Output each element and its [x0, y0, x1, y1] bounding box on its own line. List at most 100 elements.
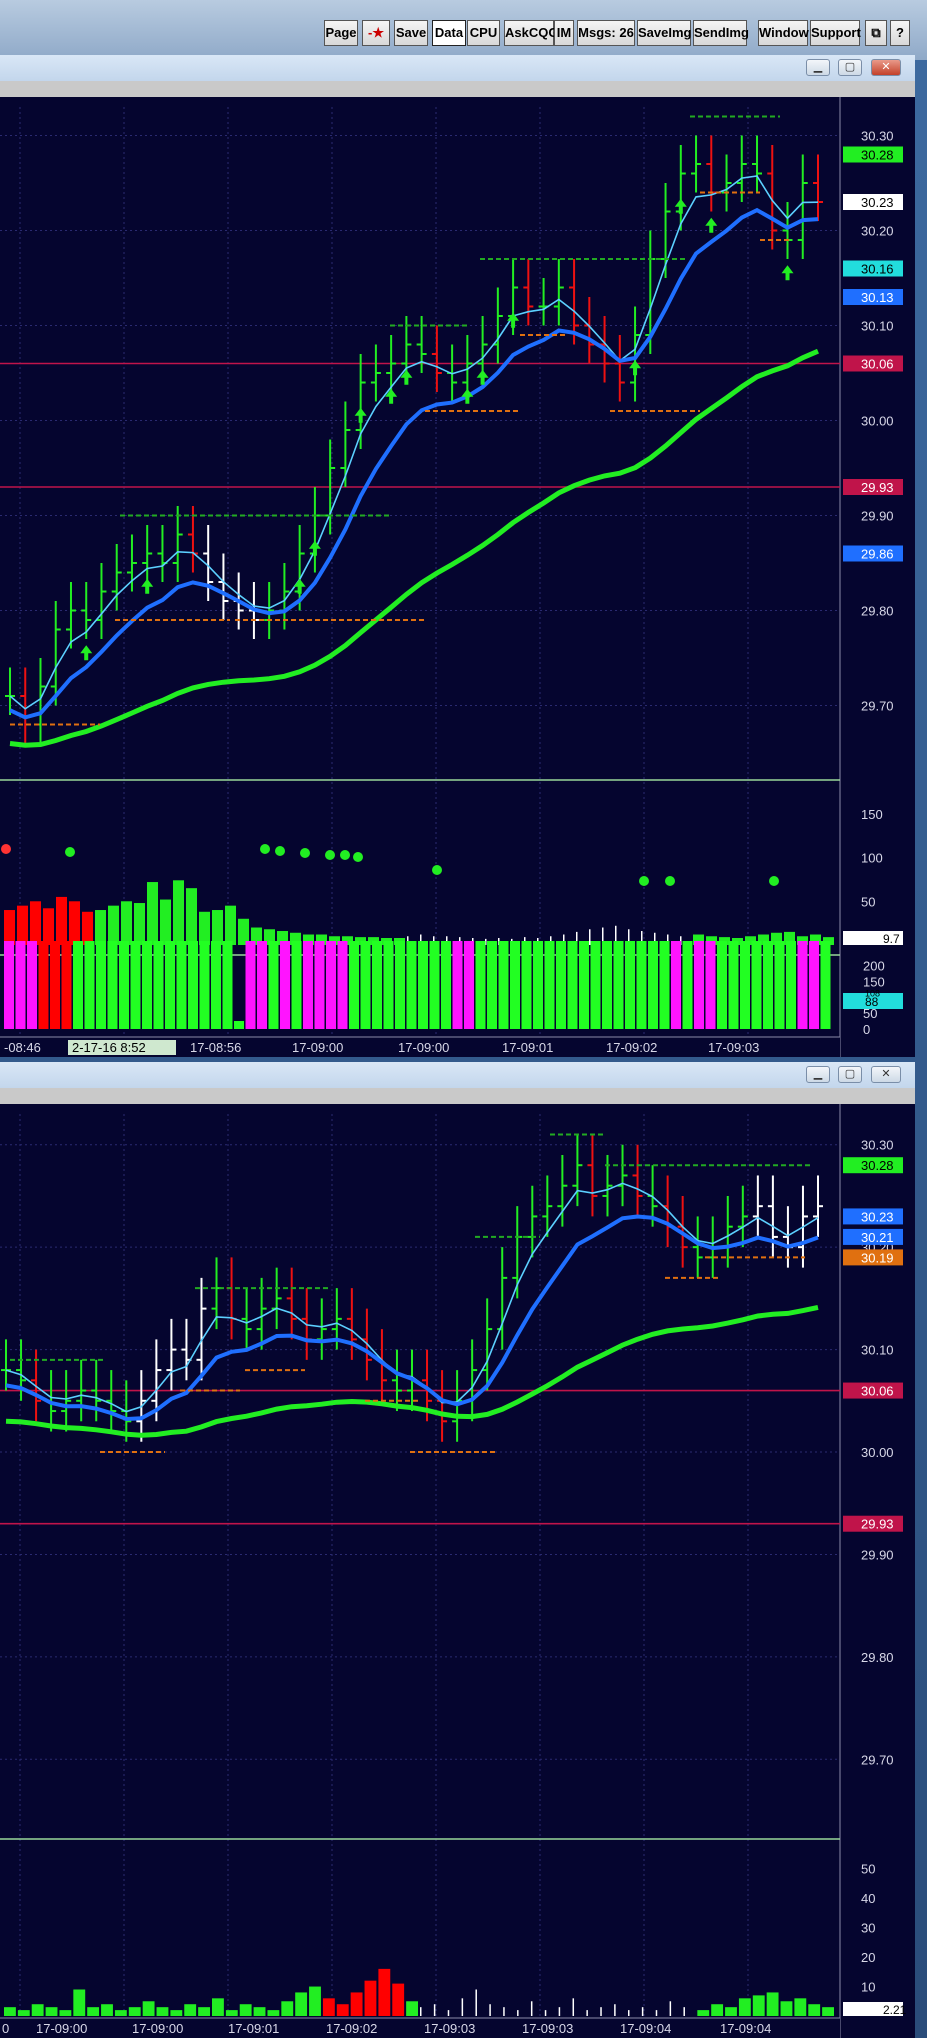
- cpu-button[interactable]: CPU: [467, 20, 500, 46]
- time-axis-label: 17-09:03: [522, 2021, 573, 2036]
- volume-bar: [586, 2010, 588, 2016]
- oscillator-bar: [475, 941, 486, 1029]
- volume-bar: [170, 2010, 183, 2016]
- save-image-button[interactable]: SaveImg: [637, 20, 691, 46]
- volume-tick-label: 40: [861, 1891, 875, 1906]
- time-axis-label: 17-08:56: [190, 1040, 241, 1055]
- time-axis-label: 17-09:01: [502, 1040, 553, 1055]
- volume-bar: [336, 2004, 349, 2016]
- volume-bar: [142, 2001, 155, 2016]
- volume-badge-label: 9.7: [883, 932, 900, 946]
- signal-dot: [432, 865, 442, 875]
- volume-bar: [309, 1986, 321, 2016]
- volume-bar: [364, 1980, 377, 2016]
- oscillator-bar: [153, 941, 164, 1029]
- oscillator-bar: [809, 941, 819, 1029]
- chart-window-lower: ▁ ▢ ✕ 30.30 30.20 30.10 30.00 29.90 29.80 29.7…: [0, 1062, 915, 2038]
- volume-bar: [225, 2010, 238, 2016]
- oscillator-bar: [694, 941, 704, 1029]
- messages-button[interactable]: Msgs: 26: [577, 20, 635, 46]
- volume-bar: [114, 2010, 127, 2016]
- save-button[interactable]: Save: [394, 20, 428, 46]
- data-button[interactable]: Data: [432, 20, 466, 46]
- page-button[interactable]: Page: [324, 20, 358, 46]
- im-button[interactable]: IM: [554, 20, 574, 46]
- signal-dot: [639, 876, 649, 886]
- send-image-button[interactable]: SendImg: [693, 20, 749, 46]
- volume-bar: [267, 2010, 280, 2016]
- volume-bar: [461, 1998, 464, 2016]
- time-axis-label: 17-09:01: [228, 2021, 279, 2036]
- oscillator-bar: [130, 941, 141, 1029]
- maximize-icon[interactable]: ▢: [838, 1066, 862, 1083]
- signal-dot: [1, 844, 11, 854]
- oscillator-bar: [487, 941, 497, 1029]
- oscillator-bar: [245, 941, 256, 1029]
- chart-plot-area: [0, 1104, 840, 2038]
- volume-bar: [766, 1992, 779, 2016]
- time-axis-label: 17-09:00: [398, 1040, 449, 1055]
- oscillator-bar: [751, 941, 762, 1029]
- close-icon[interactable]: ✕: [871, 1066, 901, 1083]
- oscillator-bar: [441, 941, 451, 1029]
- price-tick-label: 29.70: [861, 1752, 894, 1767]
- price-tick-label: 29.90: [861, 1547, 894, 1562]
- oscillator-bar: [544, 941, 555, 1029]
- oscillator-bar: [429, 941, 440, 1029]
- oscillator-bar: [165, 941, 175, 1029]
- volume-bar: [101, 2004, 113, 2016]
- oscillator-bar: [360, 941, 371, 1029]
- oscillator-bar: [705, 941, 716, 1029]
- oscillator-bar: [303, 941, 313, 1029]
- chart-lower[interactable]: 30.3030.2030.1030.0029.9029.8029.7030.28…: [0, 1104, 915, 2038]
- oscillator-bar: [73, 941, 83, 1029]
- window-button[interactable]: Window: [758, 20, 809, 46]
- restore-icon[interactable]: ⧉: [865, 20, 887, 46]
- time-axis-label: 2-17-16 8:52: [72, 1040, 146, 1055]
- maximize-icon[interactable]: ▢: [838, 59, 862, 76]
- price-axis: [840, 97, 915, 1057]
- oscillator-bar: [510, 941, 520, 1029]
- oscillator-bar: [38, 941, 49, 1029]
- volume-bar: [147, 882, 158, 945]
- volume-bar: [45, 2007, 58, 2016]
- price-tick-label: 29.80: [861, 1650, 894, 1665]
- volume-bar: [198, 2007, 210, 2016]
- volume-badge-label: 2.21: [883, 2003, 907, 2017]
- oscillator-bar: [326, 941, 336, 1029]
- volume-bar: [794, 1998, 807, 2016]
- favorite-button[interactable]: -★: [362, 20, 390, 46]
- price-tick-label: 29.70: [861, 699, 894, 714]
- chart-upper[interactable]: 30.30 30.20 30.10 30.00 29.90 29.80 29.70 30.28…: [0, 97, 915, 1057]
- oscillator-bar: [671, 941, 681, 1029]
- oscillator-bar: [61, 941, 72, 1029]
- price-tick-label: 30.30: [861, 129, 894, 144]
- time-axis-label: 17-09:00: [292, 1040, 343, 1055]
- price-badge-label: 29.93: [861, 480, 894, 495]
- volume-tick-label: 10: [861, 1980, 875, 1995]
- oscillator-bar: [96, 941, 106, 1029]
- window-tabstrip: [0, 81, 915, 97]
- help-icon[interactable]: ?: [890, 20, 910, 46]
- oscillator-bar: [521, 941, 532, 1029]
- signal-dot: [260, 844, 270, 854]
- askcqg-button[interactable]: AskCQG: [504, 20, 558, 46]
- minimize-icon[interactable]: ▁: [806, 1066, 830, 1083]
- oscillator-bar: [567, 941, 578, 1029]
- volume-bar: [156, 2007, 169, 2016]
- oscillator-bar: [452, 941, 463, 1029]
- volume-bar: [558, 2007, 561, 2016]
- price-tick-label: 30.30: [861, 1138, 894, 1153]
- time-axis-label: 17-09:03: [424, 2021, 475, 2036]
- volume-bar: [433, 2004, 436, 2016]
- oscillator-bar: [84, 941, 95, 1029]
- oscillator-bar: [268, 941, 279, 1029]
- oscillator-bar: [682, 941, 693, 1029]
- minimize-icon[interactable]: ▁: [806, 59, 830, 76]
- close-icon[interactable]: ✕: [871, 59, 901, 76]
- volume-bar: [17, 2010, 30, 2016]
- volume-bar: [614, 2004, 616, 2016]
- support-button[interactable]: Support: [810, 20, 861, 46]
- price-badge-label: 30.19: [861, 1250, 894, 1265]
- price-badge-label: 30.23: [861, 195, 894, 210]
